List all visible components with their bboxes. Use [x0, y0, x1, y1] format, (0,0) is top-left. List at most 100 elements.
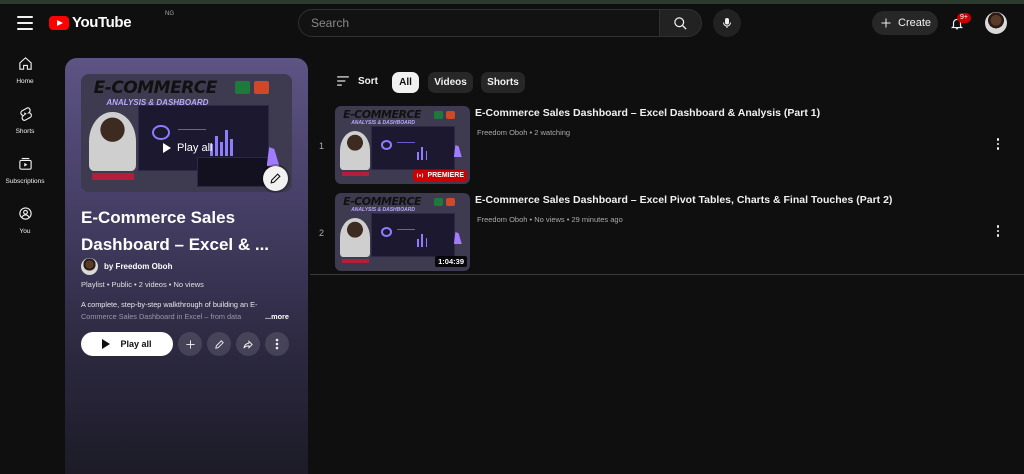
guide-label-home: Home — [16, 78, 34, 85]
dashboard-preview — [371, 213, 456, 257]
mic-icon — [723, 18, 731, 28]
logo-text: YouTube — [72, 14, 132, 31]
search-button[interactable] — [659, 9, 702, 37]
video-menu-icon[interactable] — [994, 225, 1002, 239]
edit-playlist-button[interactable] — [207, 332, 231, 356]
notification-badge: 9+ — [957, 13, 971, 23]
mini-guide: Home Shorts Subscriptions You — [0, 46, 50, 246]
masthead: YouTube NG Create 9+ — [0, 4, 1024, 42]
guide-item-subscriptions[interactable]: Subscriptions — [0, 146, 50, 196]
subscriptions-icon — [16, 154, 34, 172]
presenter-image — [340, 130, 371, 170]
more-link[interactable]: ...more — [265, 311, 289, 323]
playlist-meta: Playlist • Public • 2 videos • No views — [81, 280, 204, 289]
video-meta: Freedom Oboh • 2 watching — [477, 128, 571, 137]
share-icon — [243, 339, 253, 349]
home-icon — [16, 54, 34, 72]
search-icon — [674, 16, 687, 30]
duration-badge: 1:04:39 — [435, 256, 467, 267]
guide-label-shorts: Shorts — [15, 128, 35, 135]
create-button[interactable]: Create — [872, 11, 938, 35]
video-meta: Freedom Oboh • No views • 29 minutes ago — [477, 215, 623, 224]
voice-search-button[interactable] — [713, 9, 741, 37]
thumbnail-play-all[interactable]: Play all — [163, 142, 212, 154]
chip-videos[interactable]: Videos — [428, 72, 473, 93]
account-avatar[interactable] — [985, 12, 1007, 34]
playlist-actions: Play all — [81, 332, 289, 356]
thumbnail-play-all-label: Play all — [177, 142, 213, 154]
presenter-tag — [341, 258, 369, 264]
excel-icon — [433, 110, 443, 120]
description-line-1: A complete, step-by-step walkthrough of … — [81, 300, 258, 309]
powerpoint-icon — [445, 197, 456, 207]
playlist-header: E-COMMERCE ANALYSIS & DASHBOARD Play all — [65, 58, 308, 474]
thumbnail-subtitle: ANALYSIS & DASHBOARD — [351, 120, 415, 127]
youtube-play-icon — [49, 15, 69, 30]
guide-label-you: You — [19, 228, 31, 235]
add-video-button[interactable] — [178, 332, 202, 356]
thumbnail-subtitle: ANALYSIS & DASHBOARD — [351, 207, 415, 214]
menu-icon[interactable] — [12, 11, 38, 35]
thumbnail-art: E-COMMERCE ANALYSIS & DASHBOARD — [81, 74, 292, 192]
play-all-button[interactable]: Play all — [81, 332, 173, 356]
pencil-icon — [214, 339, 224, 349]
presenter-tag — [341, 171, 369, 177]
country-code: NG — [165, 11, 174, 17]
premiere-label: PREMIERE — [427, 172, 464, 179]
excel-icon — [235, 81, 250, 95]
playlist-title: E-Commerce Sales Dashboard – Excel & ... — [81, 208, 270, 254]
shorts-icon — [16, 104, 34, 122]
video-title[interactable]: E-Commerce Sales Dashboard – Excel Dashb… — [475, 107, 975, 119]
chip-all[interactable]: All — [392, 72, 419, 93]
owner-name: by Freedom Oboh — [104, 262, 173, 271]
you-icon — [16, 204, 34, 222]
play-all-label: Play all — [120, 339, 152, 349]
playlist-video-row[interactable]: 1 E-COMMERCE ANALYSIS & DASHBOARD PREMIE… — [310, 106, 1024, 191]
presenter-image — [340, 217, 371, 257]
sort-button[interactable]: Sort — [336, 75, 378, 87]
edit-thumbnail-button[interactable] — [263, 166, 288, 191]
list-divider — [310, 274, 1024, 275]
excel-icon — [433, 197, 443, 207]
video-index: 2 — [319, 228, 325, 238]
more-actions-button[interactable] — [265, 332, 289, 356]
guide-label-subscriptions: Subscriptions — [5, 178, 45, 185]
share-button[interactable] — [236, 332, 260, 356]
dashboard-preview-small — [197, 156, 269, 188]
youtube-logo[interactable]: YouTube NG — [49, 11, 174, 31]
presenter-tag — [91, 173, 134, 181]
search-input[interactable] — [298, 9, 660, 37]
search-bar — [298, 9, 703, 37]
sort-label: Sort — [358, 75, 378, 87]
pencil-icon — [270, 173, 281, 184]
owner-avatar — [81, 258, 98, 275]
playlist-description[interactable]: A complete, step-by-step walkthrough of … — [81, 299, 293, 323]
description-line-2: Commerce Sales Dashboard in Excel – from… — [81, 312, 242, 321]
dashboard-preview — [371, 126, 456, 170]
live-icon — [417, 173, 424, 178]
playlist-owner[interactable]: by Freedom Oboh — [81, 258, 172, 275]
guide-item-you[interactable]: You — [0, 196, 50, 246]
video-title[interactable]: E-Commerce Sales Dashboard – Excel Pivot… — [475, 194, 975, 206]
chip-shorts[interactable]: Shorts — [481, 72, 525, 93]
powerpoint-icon — [254, 81, 269, 95]
playlist-thumbnail[interactable]: E-COMMERCE ANALYSIS & DASHBOARD Play all — [81, 74, 292, 192]
playlist-video-row[interactable]: 2 E-COMMERCE ANALYSIS & DASHBOARD 1:04:3… — [310, 193, 1024, 278]
thumbnail-title: E-COMMERCE — [93, 77, 218, 98]
video-menu-icon[interactable] — [994, 138, 1002, 152]
create-label: Create — [898, 17, 932, 29]
play-icon — [163, 143, 171, 153]
video-thumbnail[interactable]: E-COMMERCE ANALYSIS & DASHBOARD 1:04:39 — [335, 193, 470, 271]
play-icon — [102, 339, 111, 349]
presenter-image — [89, 111, 136, 171]
plus-icon — [881, 18, 891, 28]
kebab-icon — [275, 338, 279, 350]
plus-icon — [185, 339, 195, 349]
guide-item-shorts[interactable]: Shorts — [0, 96, 50, 146]
guide-item-home[interactable]: Home — [0, 46, 50, 96]
premiere-badge: PREMIERE — [413, 170, 467, 181]
video-thumbnail[interactable]: E-COMMERCE ANALYSIS & DASHBOARD PREMIERE — [335, 106, 470, 184]
powerpoint-icon — [445, 110, 456, 120]
sort-icon — [337, 76, 349, 86]
video-index: 1 — [319, 141, 325, 151]
